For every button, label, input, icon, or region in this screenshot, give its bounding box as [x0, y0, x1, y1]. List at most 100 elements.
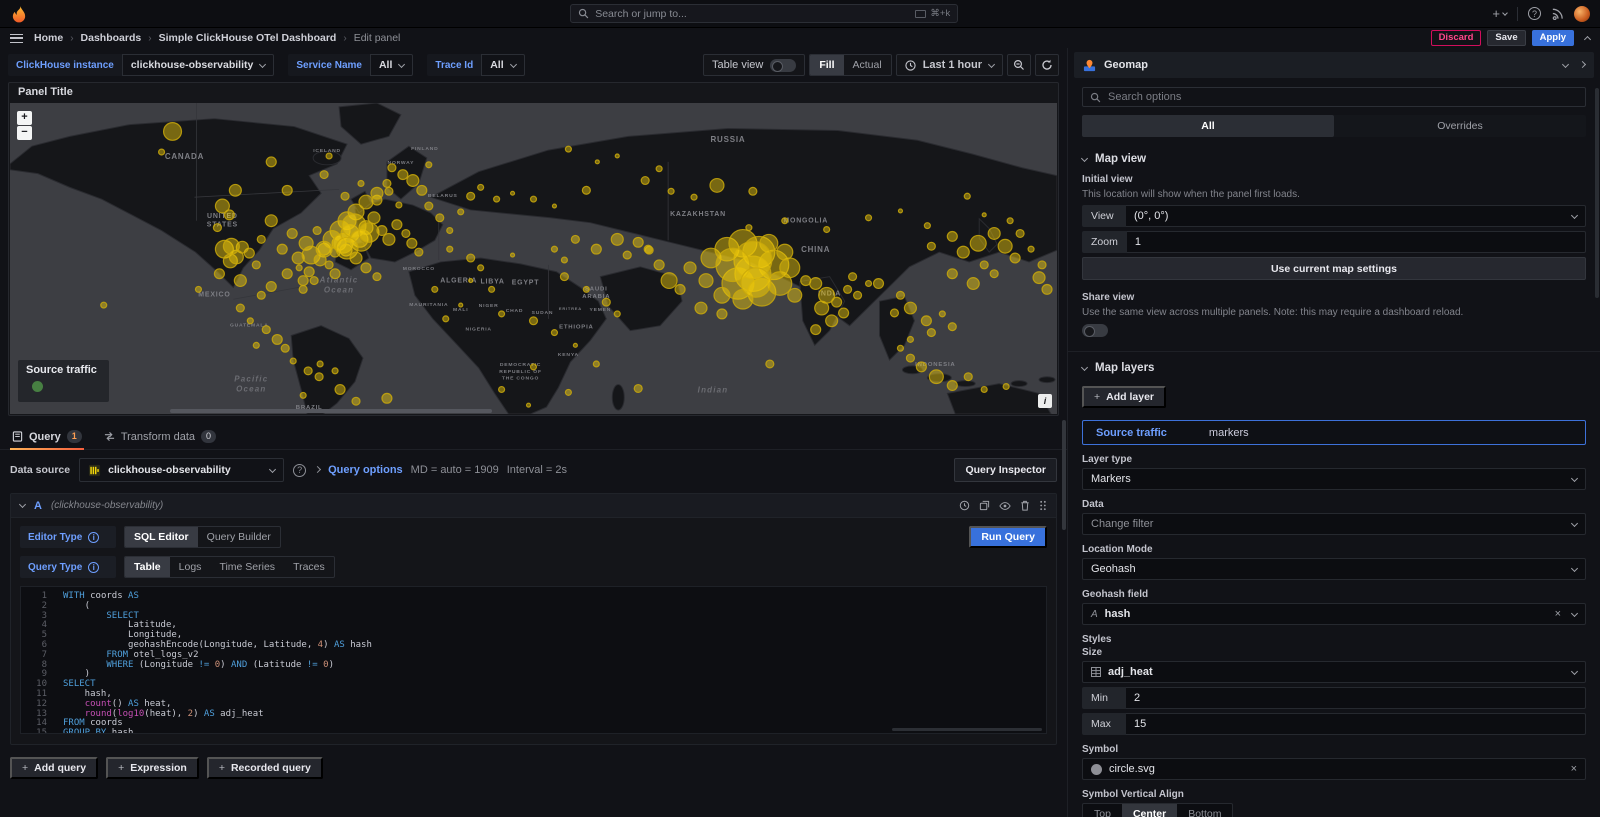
tab-all[interactable]: All [1082, 115, 1334, 137]
map-legend: Source traffic [18, 360, 109, 402]
search-wrap: Search or jump to... ⌘+k [36, 4, 1492, 23]
viz-picker-chevron-icon[interactable] [1562, 60, 1569, 67]
query-options[interactable]: Query options MD = auto = 1909 Interval … [315, 464, 567, 476]
logs-option[interactable]: Logs [170, 557, 211, 577]
collapse-options-icon[interactable] [1579, 60, 1586, 67]
delete-query-trash-icon[interactable] [1020, 500, 1030, 511]
help-icon[interactable]: ? [1528, 7, 1541, 20]
nav-right-icons: + ? [1492, 6, 1590, 22]
breadcrumb-dashboards[interactable]: Dashboards [81, 32, 142, 44]
max-input[interactable]: 15 [1126, 713, 1586, 735]
visualization-picker[interactable]: Geomap [1074, 52, 1594, 78]
view-select[interactable]: (0°, 0°) [1126, 205, 1586, 227]
drag-handle-icon[interactable] [1039, 500, 1047, 511]
news-rss-icon[interactable] [1551, 7, 1564, 20]
map-attribution-button[interactable]: i [1038, 394, 1052, 408]
map-zoom-out-button[interactable]: − [17, 126, 32, 140]
add-query-button[interactable]: +Add query [10, 757, 98, 779]
query-builder-option[interactable]: Query Builder [198, 527, 280, 547]
query-ref-id: A [34, 500, 42, 512]
symbol-select[interactable]: circle.svg× [1082, 758, 1586, 780]
fill-actual-segmented: Fill Actual [809, 54, 891, 76]
map-view-section-header[interactable]: Map view [1082, 153, 1586, 165]
search-input[interactable]: Search or jump to... ⌘+k [570, 4, 958, 23]
location-mode-label: Location Mode [1082, 544, 1586, 555]
time-range-picker[interactable]: Last 1 hour [896, 54, 1003, 76]
apply-button[interactable]: Apply [1532, 30, 1574, 46]
svg-text:MAURITANIA: MAURITANIA [409, 302, 448, 308]
zoom-out-icon [1013, 59, 1025, 71]
clock-icon [905, 60, 916, 71]
hide-query-eye-icon[interactable] [999, 501, 1011, 511]
sql-code-editor[interactable]: 1WITH coords AS2 (3 SELECT4 Latitude,5 L… [20, 586, 1047, 734]
left-column-scrollbar[interactable] [1062, 420, 1066, 530]
sidebar-scrollbar[interactable] [1595, 88, 1599, 298]
options-search-input[interactable]: Search options [1082, 87, 1586, 107]
table-view-toggle[interactable]: Table view [703, 54, 805, 76]
align-center-option[interactable]: Center [1122, 804, 1177, 817]
use-current-map-settings-button[interactable]: Use current map settings [1082, 257, 1586, 280]
map-layers-section-header[interactable]: Map layers [1082, 362, 1586, 374]
code-editor-scrollbar[interactable] [892, 728, 1042, 731]
world-map[interactable]: CANADAUNITEDSTATESMEXICOGUATEMALARUSSIAK… [10, 103, 1057, 414]
refresh-button[interactable] [1035, 54, 1059, 76]
svg-text:Indian: Indian [698, 385, 729, 394]
breadcrumb-dashboard-name[interactable]: Simple ClickHouse OTel Dashboard [159, 32, 337, 44]
search-icon [578, 8, 589, 19]
panel-title[interactable]: Panel Title [9, 83, 1058, 103]
share-view-toggle[interactable] [1082, 324, 1108, 337]
breadcrumb-home[interactable]: Home [34, 32, 63, 44]
clear-icon[interactable]: × [1555, 608, 1561, 620]
menu-hamburger-icon[interactable] [10, 34, 23, 43]
layer-item-source-traffic[interactable]: Source traffic markers [1082, 420, 1586, 445]
traces-option[interactable]: Traces [284, 557, 334, 577]
datasource-picker[interactable]: clickhouse-observability [79, 458, 284, 482]
keyboard-shortcut: ⌘+k [915, 8, 950, 19]
map-zoom-in-button[interactable]: + [17, 111, 32, 125]
datasource-help-icon[interactable]: ? [293, 464, 306, 477]
size-field-select[interactable]: adj_heat [1082, 661, 1586, 683]
run-query-button[interactable]: Run Query [969, 526, 1047, 548]
duplicate-query-icon[interactable] [979, 500, 990, 511]
tab-transform-data[interactable]: Transform data 0 [102, 424, 218, 449]
map-layers-section: Map layers +Add layer Source traffic mar… [1068, 362, 1600, 817]
map-zoom-controls: + − [17, 111, 32, 140]
transform-count-badge: 0 [201, 430, 216, 443]
query-inspector-button[interactable]: Query Inspector [954, 458, 1057, 482]
add-layer-button[interactable]: +Add layer [1082, 386, 1166, 408]
layer-type-select[interactable]: Markers [1082, 468, 1586, 490]
recorded-query-button[interactable]: +Recorded query [207, 757, 323, 779]
expression-button[interactable]: +Expression [106, 757, 199, 779]
discard-button[interactable]: Discard [1431, 30, 1482, 46]
min-input[interactable]: 2 [1126, 687, 1586, 709]
symbol-vertical-align-label: Symbol Vertical Align [1082, 789, 1586, 800]
map-horizontal-scrollbar[interactable] [170, 409, 492, 413]
zoom-out-time-button[interactable] [1007, 54, 1031, 76]
clear-icon[interactable]: × [1571, 763, 1577, 775]
toggle-switch[interactable] [770, 59, 796, 72]
variable-value-dropdown[interactable]: All [481, 54, 524, 76]
zoom-input[interactable]: 1 [1127, 231, 1586, 253]
tab-query[interactable]: Query 1 [10, 424, 84, 449]
actual-option[interactable]: Actual [844, 55, 891, 75]
collapse-header-icon[interactable] [1584, 35, 1591, 42]
geohash-field-select[interactable]: A hash × [1082, 603, 1586, 625]
sql-editor-option[interactable]: SQL Editor [125, 527, 198, 547]
time-series-option[interactable]: Time Series [210, 557, 284, 577]
user-avatar[interactable] [1574, 6, 1590, 22]
save-button[interactable]: Save [1487, 30, 1525, 46]
align-top-option[interactable]: Top [1083, 804, 1122, 817]
collapse-query-icon[interactable] [19, 501, 26, 508]
table-option[interactable]: Table [125, 557, 170, 577]
variable-value-dropdown[interactable]: clickhouse-observability [122, 54, 275, 76]
variable-value-dropdown[interactable]: All [370, 54, 413, 76]
query-history-icon[interactable] [959, 500, 970, 511]
query-row-header[interactable]: A (clickhouse-observability) [11, 494, 1056, 518]
align-bottom-option[interactable]: Bottom [1177, 804, 1232, 817]
grafana-logo-icon[interactable] [10, 5, 28, 23]
tab-overrides[interactable]: Overrides [1334, 115, 1586, 137]
add-new-button[interactable]: + [1492, 6, 1507, 21]
fill-option[interactable]: Fill [810, 55, 843, 75]
location-mode-select[interactable]: Geohash [1082, 558, 1586, 580]
data-filter-select[interactable]: Change filter [1082, 513, 1586, 535]
